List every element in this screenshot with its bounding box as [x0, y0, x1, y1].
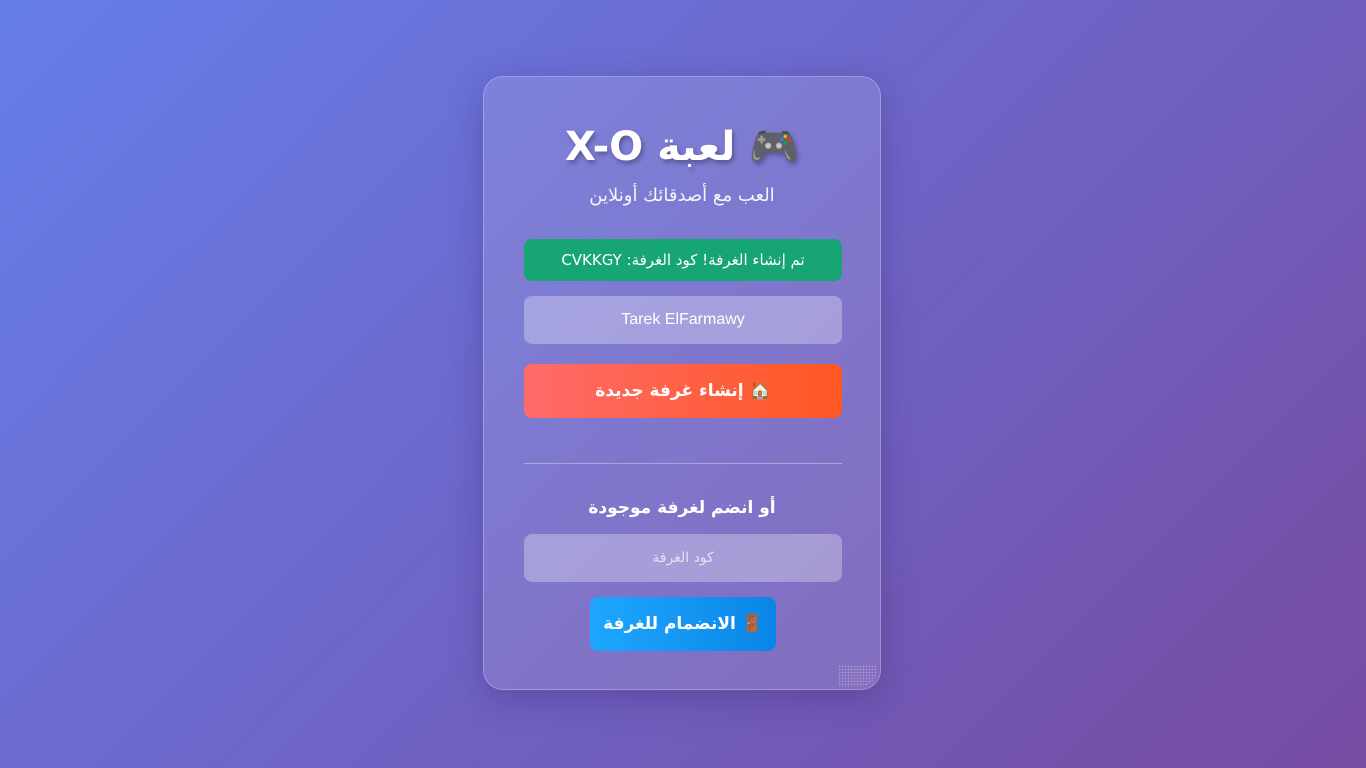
player-name-input[interactable] — [524, 296, 842, 344]
create-room-button[interactable]: 🏠 إنشاء غرفة جديدة — [524, 364, 842, 418]
status-message: تم إنشاء الغرفة! كود الغرفة: CVKKGY — [524, 239, 842, 281]
game-card: 🎮 لعبة X-O العب مع أصدقائك أونلاين تم إن… — [483, 76, 881, 690]
resize-grip — [838, 665, 878, 687]
room-code-input[interactable] — [524, 534, 842, 582]
join-room-button[interactable]: 🚪 الانضمام للغرفة — [590, 597, 776, 651]
page-subtitle: العب مع أصدقائك أونلاين — [589, 185, 775, 206]
page-title: 🎮 لعبة X-O — [564, 124, 800, 170]
join-heading: أو انضم لغرفة موجودة — [588, 498, 776, 518]
divider — [524, 463, 842, 464]
